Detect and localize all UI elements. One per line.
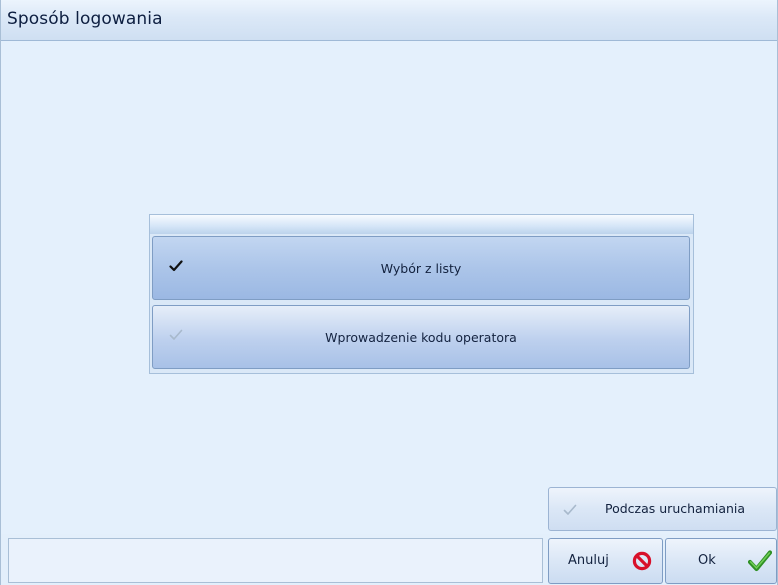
- ok-button-label: Ok: [698, 553, 716, 568]
- window-title: Sposób logowania: [7, 9, 163, 29]
- check-icon: [563, 504, 577, 515]
- cancel-button-label: Anuluj: [568, 553, 609, 568]
- ok-button[interactable]: Ok: [665, 538, 777, 584]
- on-startup-toggle-button[interactable]: Podczas uruchamiania: [548, 487, 777, 531]
- option-label: Wybór z listy: [380, 260, 462, 276]
- option-enter-operator-code[interactable]: Wprowadzenie kodu operatora: [152, 305, 690, 369]
- check-icon: [169, 260, 183, 272]
- green-checkmark-icon: [748, 550, 772, 572]
- check-icon: [169, 329, 183, 340]
- login-method-window: Sposób logowania Wybór z listy Wprowadze…: [0, 0, 778, 585]
- cancel-button[interactable]: Anuluj: [548, 538, 663, 584]
- panel-header-strip: [150, 215, 693, 234]
- option-select-from-list[interactable]: Wybór z listy: [152, 236, 690, 300]
- startup-button-label: Podczas uruchamiania: [605, 501, 746, 516]
- title-bar: Sposób logowania: [1, 0, 777, 41]
- login-options-panel: Wybór z listy Wprowadzenie kodu operator…: [149, 214, 694, 374]
- status-box: [8, 538, 543, 583]
- no-entry-icon: [632, 551, 652, 571]
- option-label: Wprowadzenie kodu operatora: [325, 329, 517, 345]
